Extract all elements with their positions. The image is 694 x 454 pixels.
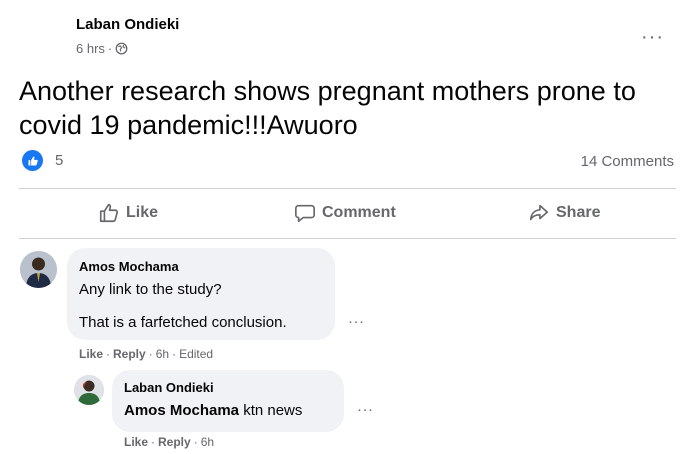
reply-actions: Like · Reply · 6h	[124, 435, 214, 449]
reply-like-link[interactable]: Like	[124, 435, 148, 449]
post-time[interactable]: 6 hrs	[76, 41, 105, 56]
share-icon	[529, 204, 549, 221]
comment-count-link[interactable]: 14 Comments	[581, 153, 674, 170]
reply-author-name[interactable]: Laban Ondieki	[124, 380, 214, 395]
reaction-count: 5	[55, 152, 64, 169]
reply-more-options-icon[interactable]: ···	[357, 402, 374, 417]
post-more-options-icon[interactable]: ···	[641, 27, 664, 47]
comment-button[interactable]: Comment	[294, 202, 396, 224]
reply-time[interactable]: 6h	[201, 435, 214, 449]
like-button-label: Like	[126, 204, 159, 221]
share-button[interactable]: Share	[528, 202, 600, 224]
divider	[19, 238, 676, 239]
comment-author-name[interactable]: Amos Mochama	[79, 259, 179, 274]
divider	[19, 188, 676, 189]
reply-reply-link[interactable]: Reply	[158, 435, 191, 449]
reply-text-body: ktn news	[239, 402, 303, 419]
like-reaction-icon	[22, 150, 43, 171]
thumbs-up-icon	[99, 203, 118, 223]
comment-button-label: Comment	[322, 204, 396, 221]
post-author-name[interactable]: Laban Ondieki	[76, 16, 179, 33]
comment-text-line: That is a farfetched conclusion.	[79, 314, 287, 331]
comment-like-link[interactable]: Like	[79, 347, 103, 361]
comment-actions: Like · Reply · 6h · Edited	[79, 347, 213, 361]
comment-text-line: Any link to the study?	[79, 281, 222, 298]
comment-time[interactable]: 6h	[156, 347, 169, 361]
comment-icon	[295, 204, 315, 223]
separator: ·	[106, 347, 111, 361]
post-meta: 6 hrs ·	[76, 41, 179, 56]
separator: ·	[172, 347, 177, 361]
like-button[interactable]: Like	[98, 202, 158, 224]
comment-reply-link[interactable]: Reply	[113, 347, 146, 361]
globe-icon[interactable]	[115, 42, 128, 55]
share-button-label: Share	[556, 204, 601, 221]
separator: ·	[193, 435, 198, 449]
separator: ·	[148, 347, 153, 361]
reply-author-avatar[interactable]	[74, 375, 104, 405]
commenter-avatar[interactable]	[20, 251, 57, 288]
post-header: Laban Ondieki 6 hrs ·	[76, 16, 179, 56]
reply-text: Amos Mochama ktn news	[124, 402, 302, 419]
separator: ·	[151, 435, 156, 449]
mention-tag[interactable]: Amos Mochama	[124, 402, 239, 419]
reactions-summary[interactable]: 5	[22, 150, 63, 171]
comment-edited-label[interactable]: Edited	[179, 347, 213, 361]
comment-more-options-icon[interactable]: ···	[348, 314, 365, 329]
post-text: Another research shows pregnant mothers …	[19, 76, 636, 140]
meta-separator: ·	[107, 41, 113, 56]
